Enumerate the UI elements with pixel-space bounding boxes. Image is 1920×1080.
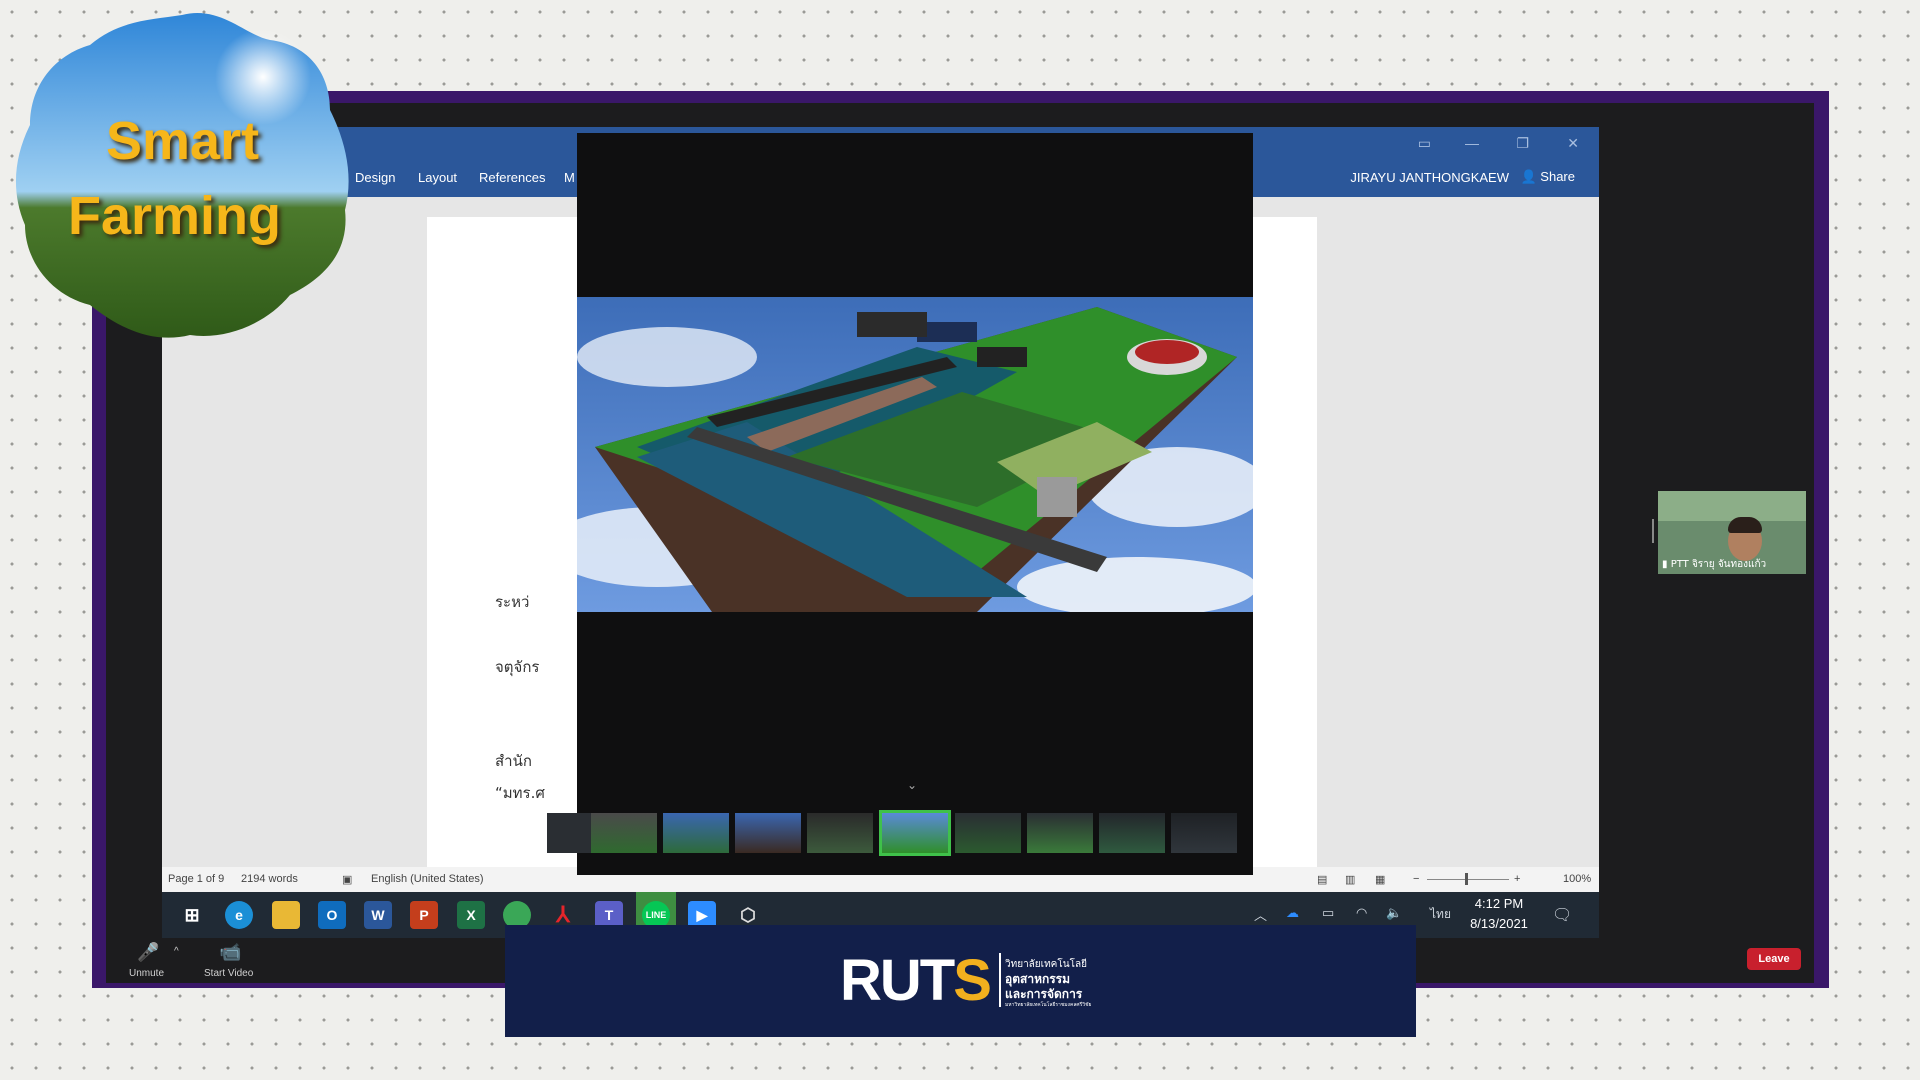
clock-time[interactable]: 4:12 PM — [1464, 896, 1534, 911]
video-off-icon[interactable]: 📹 — [219, 942, 241, 963]
banner-divider — [999, 953, 1001, 1007]
image-viewer: ⌄ — [547, 133, 1253, 875]
thumbnail[interactable] — [955, 813, 1021, 853]
language-indicator[interactable]: ไทย — [1430, 905, 1451, 924]
ruts-logo: RUTS — [840, 948, 992, 1013]
signal-icon: ▮ — [1662, 559, 1671, 570]
avatar-hair — [1728, 517, 1762, 533]
zoom-level[interactable]: 100% — [1563, 873, 1591, 885]
unmute-label[interactable]: Unmute — [129, 968, 164, 979]
zoom-out-icon[interactable]: − — [1413, 873, 1419, 885]
clock-date[interactable]: 8/13/2021 — [1464, 916, 1534, 931]
body-text-line: “มทร.ศ — [495, 784, 545, 802]
chevron-down-icon[interactable]: ⌄ — [907, 778, 917, 792]
onedrive-icon[interactable]: ☁ — [1286, 905, 1299, 921]
edge-icon[interactable]: e — [225, 901, 253, 929]
thumbnail[interactable] — [663, 813, 729, 853]
ruts-banner: RUTS วิทยาลัยเทคโนโลยี อุตสาหกรรม และการ… — [505, 925, 1416, 1037]
thumbnail[interactable] — [591, 813, 657, 853]
share-label: Share — [1540, 169, 1575, 184]
wifi-icon[interactable]: ◠ — [1356, 905, 1367, 921]
tab-design[interactable]: Design — [355, 170, 395, 185]
microphone-muted-icon[interactable]: 🎤 — [137, 942, 159, 963]
body-text-line: ระหว่ — [495, 593, 530, 611]
body-text-line: จตุจักร — [495, 658, 540, 676]
share-button[interactable]: 👤 Share — [1514, 165, 1581, 189]
excel-icon[interactable]: X — [457, 901, 485, 929]
print-layout-icon[interactable]: ▥ — [1345, 873, 1355, 886]
restore-icon[interactable]: ❐ — [1516, 135, 1529, 152]
smart-farming-logo: Smart Farming — [10, 5, 354, 345]
powerpoint-icon[interactable]: P — [410, 901, 438, 929]
leave-button[interactable]: Leave — [1747, 948, 1801, 970]
word-icon[interactable]: W — [364, 901, 392, 929]
window-background — [1658, 491, 1806, 521]
page-count[interactable]: Page 1 of 9 — [168, 873, 224, 885]
battery-icon[interactable]: ▭ — [1322, 905, 1334, 921]
tab-mailings[interactable]: M — [564, 170, 575, 185]
notification-icon[interactable]: 🗨 — [1552, 905, 1572, 925]
start-video-label[interactable]: Start Video — [204, 968, 253, 979]
thumbnail[interactable] — [807, 813, 873, 853]
zoom-slider-thumb[interactable] — [1465, 873, 1468, 885]
body-text-line: สำนัก — [495, 752, 532, 770]
chevron-up-icon[interactable]: ^ — [174, 946, 179, 957]
minimize-icon[interactable]: — — [1465, 135, 1479, 151]
thumbnail[interactable] — [1171, 813, 1237, 853]
chevron-up-icon[interactable]: ︿ — [1254, 905, 1267, 924]
logo-title-line2: Farming — [68, 186, 282, 246]
start-icon[interactable]: ⊞ — [178, 901, 206, 929]
logo-title-line1: Smart — [106, 111, 260, 171]
person-icon: 👤 — [1520, 169, 1541, 184]
thumbnail[interactable] — [735, 813, 801, 853]
close-icon[interactable]: ✕ — [1567, 135, 1579, 152]
participant-name: ▮ PTT จิรายุ จันทองแก้ว — [1662, 559, 1767, 570]
tab-layout[interactable]: Layout — [418, 170, 457, 185]
panel-resize-handle[interactable] — [1652, 519, 1654, 543]
web-layout-icon[interactable]: ▦ — [1375, 873, 1385, 886]
thumbnail[interactable] — [1099, 813, 1165, 853]
zoom-in-icon[interactable]: + — [1514, 873, 1520, 885]
thumbnail-selected[interactable] — [879, 810, 951, 856]
language-status[interactable]: English (United States) — [371, 873, 484, 885]
participant-video[interactable]: ▮ PTT จิรายุ จันทองแก้ว — [1658, 491, 1806, 574]
banner-line4: มหาวิทยาลัยเทคโนโลยีราชมงคลศรีวิชัย — [1005, 1002, 1092, 1008]
read-mode-icon[interactable]: ▤ — [1317, 873, 1327, 886]
ribbon-display-icon[interactable]: ▭ — [1418, 135, 1431, 152]
badge-background — [15, 12, 349, 338]
farm-3d-model-image[interactable] — [577, 297, 1253, 612]
word-count[interactable]: 2194 words — [241, 873, 298, 885]
zoom-slider[interactable] — [1427, 879, 1509, 880]
volume-icon[interactable]: 🔈 — [1386, 905, 1402, 921]
outlook-icon[interactable]: O — [318, 901, 346, 929]
user-name[interactable]: JIRAYU JANTHONGKAEW — [1350, 170, 1509, 185]
file-explorer-icon[interactable] — [272, 901, 300, 929]
tab-references[interactable]: References — [479, 170, 545, 185]
proofing-icon[interactable]: ▣ — [342, 873, 352, 886]
thumbnail[interactable] — [1027, 813, 1093, 853]
